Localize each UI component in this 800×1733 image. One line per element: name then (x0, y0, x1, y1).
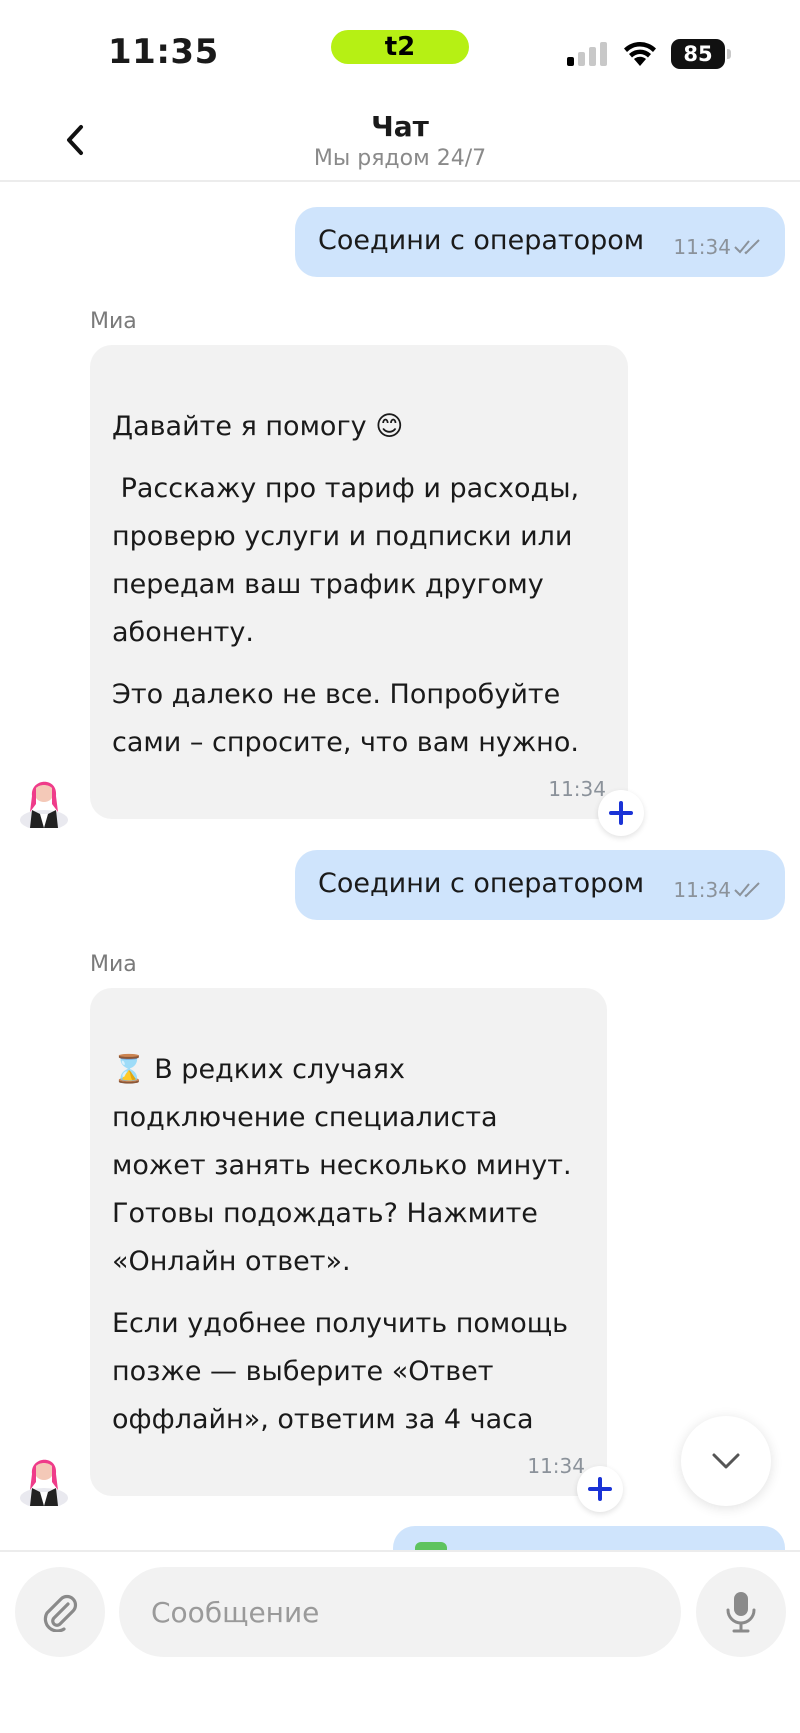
status-time: 11:35 (108, 32, 219, 72)
message-text: Соедини с оператором (318, 225, 645, 256)
message-time: 11:34 (548, 777, 606, 801)
message-meta: 11:34 (673, 878, 763, 902)
attach-button[interactable] (15, 1567, 105, 1657)
message-paragraph: Расскажу про тариф и расходы, проверю ус… (112, 473, 588, 648)
sender-name: Миа (90, 952, 137, 977)
outgoing-message[interactable]: Соедини с оператором 11:34 (295, 207, 785, 277)
message-paragraph: Это далеко не все. Попробуйте сами – спр… (112, 679, 579, 758)
message-body: ⌛ В редких случаях подключение специалис… (112, 1046, 582, 1458)
double-check-icon (734, 239, 760, 255)
message-paragraph: ⌛ В редких случаях подключение специалис… (112, 1054, 572, 1277)
carrier-label: t2 (384, 32, 416, 62)
wifi-icon (624, 42, 656, 66)
add-reaction-button[interactable] (598, 790, 644, 836)
message-time: 11:34 (673, 878, 731, 902)
message-composer (0, 1550, 800, 1733)
microphone-icon (726, 1592, 756, 1633)
battery-icon: 85 (671, 39, 731, 69)
message-time: 11:34 (673, 235, 731, 259)
message-body: Давайте я помогу 😊 Расскажу про тариф и … (112, 403, 602, 781)
incoming-message[interactable]: Давайте я помогу 😊 Расскажу про тариф и … (90, 345, 628, 819)
plus-icon (609, 801, 633, 825)
paperclip-icon (43, 1594, 78, 1632)
message-text: Соедини с оператором (318, 868, 645, 899)
add-reaction-button[interactable] (577, 1466, 623, 1512)
incoming-message[interactable]: ⌛ В редких случаях подключение специалис… (90, 988, 607, 1496)
battery-level: 85 (683, 42, 713, 66)
chat-header: Чат Мы рядом 24/7 (0, 100, 800, 182)
message-paragraph: Если удобнее получить помощь позже — выб… (112, 1308, 569, 1435)
outgoing-message[interactable]: Соедини с оператором 11:34 (295, 850, 785, 920)
message-meta: 11:34 (673, 235, 763, 259)
carrier-pill: t2 (331, 30, 469, 64)
message-input[interactable] (119, 1567, 681, 1657)
status-bar: 11:35 t2 85 (0, 0, 800, 100)
microphone-button[interactable] (696, 1567, 786, 1657)
avatar (20, 1459, 68, 1506)
chevron-down-icon (712, 1453, 740, 1469)
plus-icon (588, 1477, 612, 1501)
message-time: 11:34 (527, 1454, 585, 1478)
page-title: Чат (371, 110, 429, 143)
avatar (20, 781, 68, 828)
sender-name: Миа (90, 309, 137, 334)
signal-icon (567, 42, 609, 66)
message-paragraph: Давайте я помогу 😊 (112, 411, 404, 442)
scroll-down-button[interactable] (681, 1416, 771, 1506)
page-subtitle: Мы рядом 24/7 (313, 146, 487, 171)
double-check-icon (734, 882, 760, 898)
